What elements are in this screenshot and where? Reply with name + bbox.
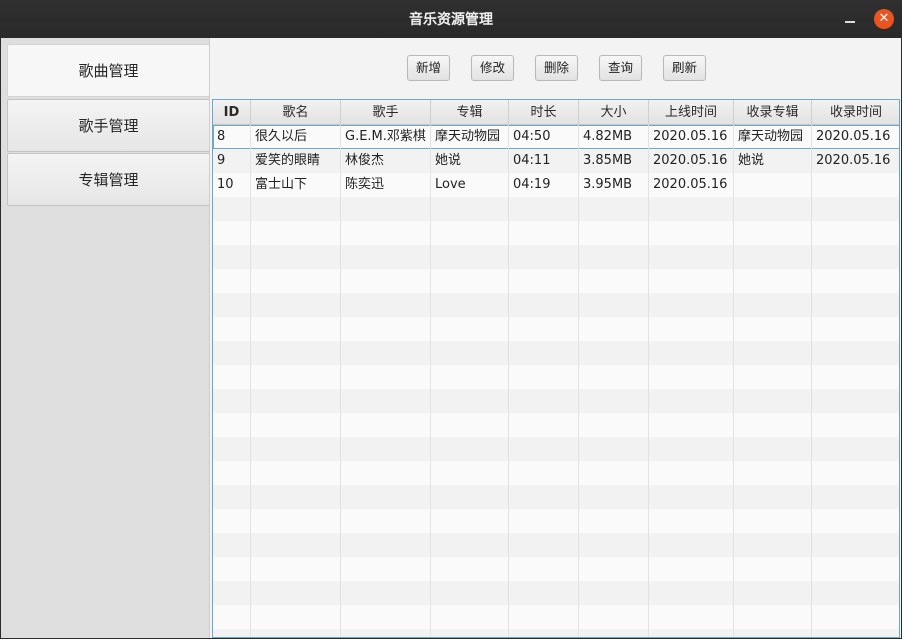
empty-table-row [213, 533, 899, 557]
empty-table-row [213, 341, 899, 365]
cell-release-date: 2020.05.16 [653, 177, 728, 192]
refresh-button[interactable]: 刷新 [663, 55, 707, 81]
cell-id: 10 [217, 177, 234, 192]
cell-included-album: 摩天动物园 [738, 129, 804, 144]
empty-table-row [213, 197, 899, 221]
column-divider [340, 125, 341, 637]
delete-button[interactable]: 删除 [535, 55, 579, 81]
close-icon[interactable]: ✕ [874, 9, 894, 29]
app-window: 音乐资源管理 ✕ 歌曲管理 歌手管理 专辑管理 新增 修改 删除 查询 刷新 I… [0, 0, 902, 639]
column-divider [430, 125, 431, 637]
column-divider [811, 125, 812, 637]
cell-included-date [812, 173, 899, 197]
column-divider [733, 125, 734, 637]
empty-table-row [213, 269, 899, 293]
edit-button[interactable]: 修改 [471, 55, 515, 81]
column-divider [508, 125, 509, 637]
column-header-size[interactable]: 大小 [579, 100, 649, 125]
add-button[interactable]: 新增 [407, 55, 451, 81]
cell-size: 4.82MB [583, 129, 633, 144]
empty-table-row [213, 365, 899, 389]
empty-table-row [213, 485, 899, 509]
empty-table-row [213, 629, 899, 637]
table-header: ID 歌名 歌手 专辑 时长 大小 上线时间 收录专辑 收录时间 [213, 100, 899, 125]
empty-table-row [213, 413, 899, 437]
cell-id: 9 [217, 153, 226, 168]
cell-singer: G.E.M.邓紫棋 [345, 129, 426, 144]
column-header-album[interactable]: 专辑 [431, 100, 509, 125]
empty-table-row [213, 461, 899, 485]
table-row[interactable]: 10 富士山下 陈奕迅 Love 04:19 3.95MB 2020.05.16 [213, 173, 899, 197]
cell-singer: 林俊杰 [345, 153, 385, 168]
cell-size: 3.95MB [583, 177, 633, 192]
minimize-icon[interactable] [840, 10, 860, 30]
cell-included-date: 2020.05.16 [816, 129, 891, 144]
column-divider [648, 125, 649, 637]
cell-included-album [734, 173, 812, 197]
window-title: 音乐资源管理 [409, 12, 493, 28]
sidebar-item-albums[interactable]: 专辑管理 [7, 153, 210, 206]
content-area: 歌曲管理 歌手管理 专辑管理 新增 修改 删除 查询 刷新 ID 歌名 歌手 专辑 时长… [1, 38, 901, 638]
cell-album: Love [435, 177, 466, 192]
cell-duration: 04:50 [513, 129, 551, 144]
songs-table[interactable]: ID 歌名 歌手 专辑 时长 大小 上线时间 收录专辑 收录时间 8 很久以后 G.E.M.邓紫棋摩… [212, 99, 900, 638]
cell-song-name: 很久以后 [255, 129, 308, 144]
cell-album: 摩天动物园 [435, 129, 501, 144]
column-header-song-name[interactable]: 歌名 [251, 100, 341, 125]
column-header-duration[interactable]: 时长 [509, 100, 579, 125]
column-header-id[interactable]: ID [213, 100, 251, 125]
sidebar-item-singers[interactable]: 歌手管理 [7, 99, 210, 152]
main-panel: 新增 修改 删除 查询 刷新 ID 歌名 歌手 专辑 时长 大小 上线时间 收录专辑 收录时间 … [209, 38, 901, 638]
empty-table-row [213, 245, 899, 269]
sidebar: 歌曲管理 歌手管理 专辑管理 [1, 38, 210, 638]
title-bar[interactable]: 音乐资源管理 ✕ [0, 0, 902, 38]
empty-table-row [213, 581, 899, 605]
cell-size: 3.85MB [583, 153, 633, 168]
empty-table-row [213, 509, 899, 533]
empty-table-row [213, 293, 899, 317]
cell-included-date: 2020.05.16 [816, 153, 891, 168]
empty-table-row [213, 317, 899, 341]
empty-table-row [213, 605, 899, 629]
empty-table-row [213, 557, 899, 581]
cell-included-album: 她说 [738, 153, 765, 168]
empty-table-row [213, 437, 899, 461]
table-row[interactable]: 8 很久以后 G.E.M.邓紫棋 摩天动物园 04:50 4.82MB 2020.05.16… [213, 125, 899, 149]
column-header-included-date[interactable]: 收录时间 [812, 100, 899, 125]
cell-duration: 04:11 [513, 153, 551, 168]
query-button[interactable]: 查询 [599, 55, 643, 81]
column-divider [250, 125, 251, 637]
sidebar-item-songs[interactable]: 歌曲管理 [7, 44, 210, 97]
cell-release-date: 2020.05.16 [653, 129, 728, 144]
cell-singer: 陈奕迅 [345, 177, 385, 192]
empty-table-row [213, 221, 899, 245]
column-divider [578, 125, 579, 637]
column-header-release-date[interactable]: 上线时间 [649, 100, 734, 125]
empty-table-row [213, 389, 899, 413]
cell-id: 8 [217, 129, 226, 144]
cell-release-date: 2020.05.16 [653, 153, 728, 168]
column-header-included-album[interactable]: 收录专辑 [734, 100, 812, 125]
cell-song-name: 富士山下 [255, 177, 308, 192]
cell-song-name: 爱笑的眼睛 [255, 153, 321, 168]
cell-duration: 04:19 [513, 177, 551, 192]
cell-album: 她说 [435, 153, 462, 168]
table-row[interactable]: 9 爱笑的眼睛 林俊杰 她说 04:11 3.85MB 2020.05.16 她说 2020.0… [213, 149, 899, 173]
column-header-singer[interactable]: 歌手 [341, 100, 431, 125]
